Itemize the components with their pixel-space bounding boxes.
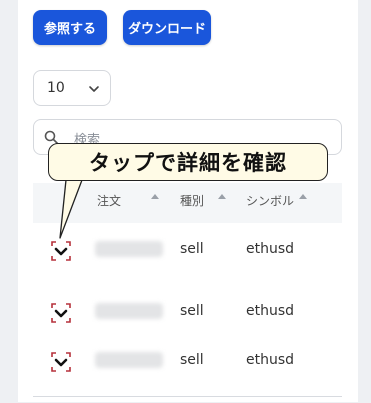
order-id-blurred [95,303,163,319]
sort-icon[interactable] [299,193,307,199]
chevron-down-icon [89,86,99,92]
table-header: 注文 種別 シンボル [33,183,342,223]
table-row[interactable]: sell ethusd [33,334,342,397]
page-size-select[interactable]: 10 [33,70,111,106]
expand-checkbox-icon[interactable] [51,241,71,261]
row-side: sell [180,352,204,368]
expand-checkbox-icon[interactable] [51,352,71,372]
row-symbol: ethusd [246,241,295,257]
page-size-value: 10 [47,80,65,96]
row-side: sell [180,241,204,257]
column-header-order[interactable]: 注文 [97,192,121,209]
row-symbol: ethusd [246,303,295,319]
row-symbol: ethusd [246,352,295,368]
order-id-blurred [95,352,163,368]
expand-checkbox-icon[interactable] [51,303,71,323]
sort-icon[interactable] [218,193,226,199]
table-row[interactable]: sell ethusd [33,223,342,286]
reference-button[interactable]: 参照する [33,10,107,45]
row-side: sell [180,303,204,319]
sort-icon[interactable] [151,193,159,199]
tap-hint-callout: タップで詳細を確認 [48,143,328,181]
order-id-blurred [95,241,163,257]
column-header-symbol[interactable]: シンボル [246,192,294,209]
column-header-type[interactable]: 種別 [180,192,204,209]
download-button[interactable]: ダウンロード [123,10,211,45]
